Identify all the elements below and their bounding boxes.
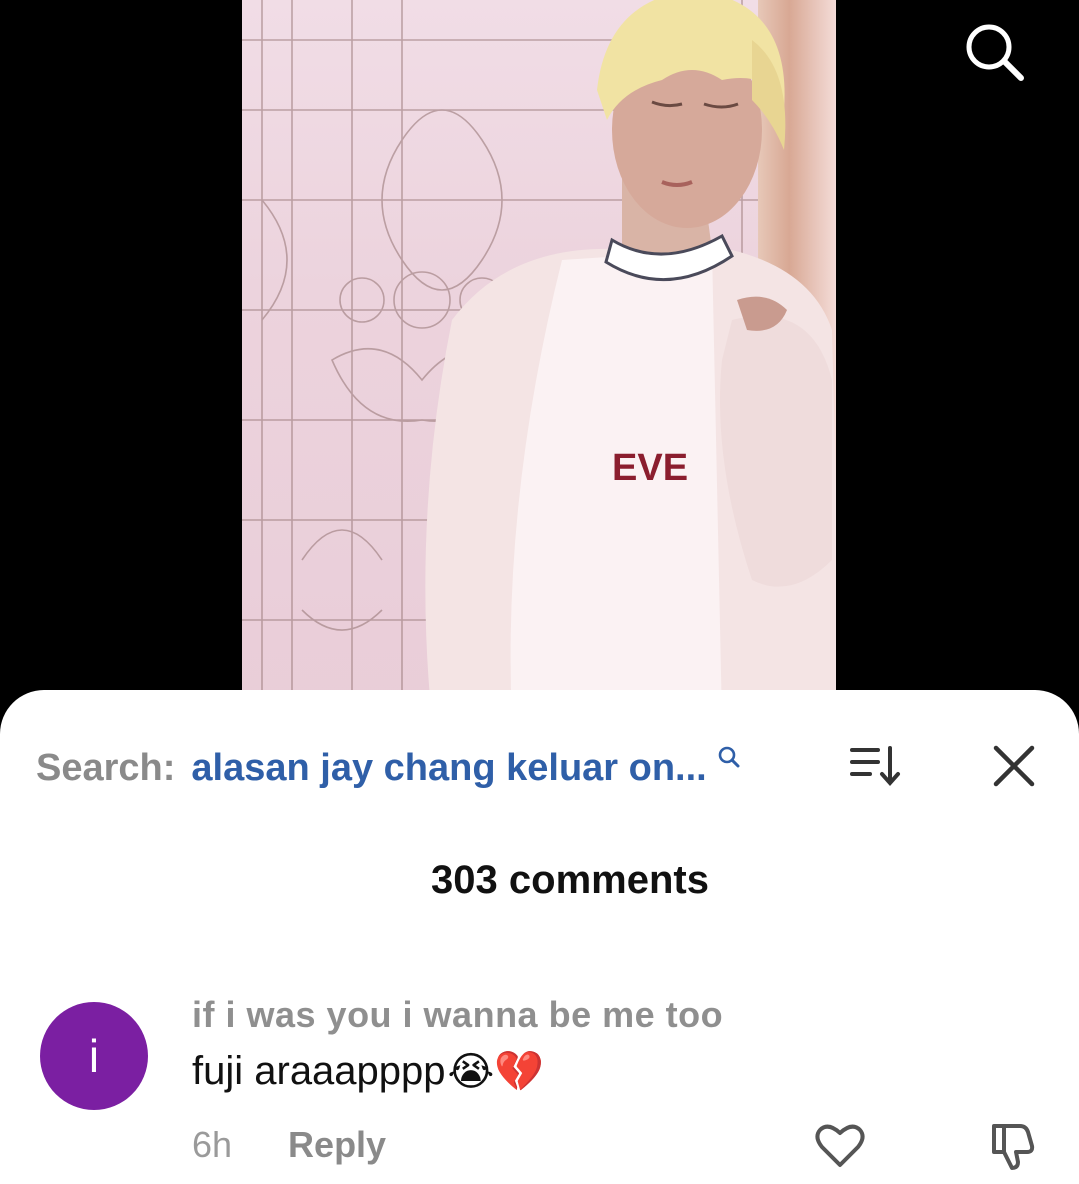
avatar-letter: i [88,1030,100,1082]
search-button[interactable] [958,20,1030,84]
sort-button[interactable] [846,740,906,792]
person-figure: EVE [425,0,836,720]
app-screen: EVE Search: alasan jay chang keluar on..… [0,0,1079,1184]
comment-emojis: 😭💔 [447,1050,545,1094]
comment-text: fuji araaapppp 😭💔 [192,1048,544,1095]
comment-body: fuji araaapppp [192,1049,446,1093]
search-icon [966,24,1024,81]
search-label: Search: [36,746,176,789]
reply-button[interactable]: Reply [288,1124,386,1166]
close-button[interactable] [986,738,1042,794]
sort-icon [850,746,900,787]
comment-time: 6h [192,1124,233,1165]
video-player[interactable]: EVE [242,0,836,720]
dislike-button[interactable] [984,1118,1040,1174]
svg-text:EVE: EVE [612,447,688,489]
heart-icon [815,1124,865,1167]
search-suggestion-bar[interactable]: Search: alasan jay chang keluar on... [36,740,741,796]
comments-count: 303 comments [431,858,709,902]
comment-meta: 6h Reply [192,1124,386,1166]
avatar[interactable]: i [40,1002,148,1110]
comment-username[interactable]: if i was you i wanna be me too [192,994,723,1036]
search-icon[interactable] [717,736,741,779]
search-query-link[interactable]: alasan jay chang keluar on... [191,747,706,790]
close-icon [993,745,1035,787]
like-button[interactable] [812,1120,868,1172]
thumbs-down-icon [992,1124,1035,1170]
